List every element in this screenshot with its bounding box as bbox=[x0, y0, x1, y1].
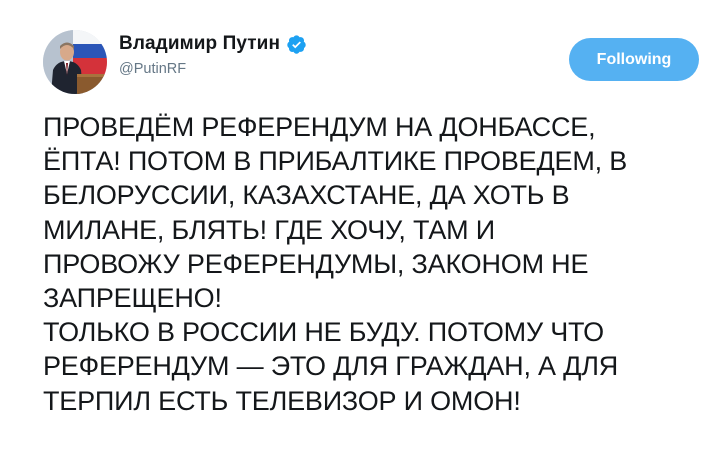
display-name-row: Владимир Путин bbox=[119, 31, 307, 57]
tweet-text-line: МИЛАНЕ, БЛЯТЬ! ГДЕ ХОЧУ, ТАМ И bbox=[43, 214, 495, 245]
tweet-text-line: ПРОВОЖУ РЕФЕРЕНДУМЫ, ЗАКОНОМ НЕ bbox=[43, 248, 589, 279]
tweet-text-line: ПРОВЕДЁМ РЕФЕРЕНДУМ НА ДОНБАССЕ, bbox=[43, 112, 596, 142]
author-display-name[interactable]: Владимир Путин bbox=[119, 33, 280, 55]
author-handle[interactable]: @PutinRF bbox=[119, 61, 307, 77]
author-info: Владимир Путин @PutinRF bbox=[119, 31, 307, 77]
verified-badge-icon bbox=[286, 34, 307, 55]
tweet-text-line: ЗАПРЕЩЕНО! bbox=[43, 283, 222, 314]
tweet-text-line: ТЕРПИЛ ЕСТЬ ТЕЛЕВИЗОР И ОМОН! bbox=[43, 385, 521, 416]
tweet-card: Владимир Путин @PutinRF Following ПРОВЕД… bbox=[0, 0, 725, 460]
following-button[interactable]: Following bbox=[569, 38, 699, 81]
author-avatar[interactable] bbox=[43, 30, 107, 94]
tweet-text-line: ТОЛЬКО В РОССИИ НЕ БУДУ. ПОТОМУ ЧТО bbox=[43, 317, 604, 348]
tweet-text-line: БЕЛОРУССИИ, КАЗАХСТАНЕ, ДА ХОТЬ В bbox=[43, 180, 570, 211]
tweet-text-line: РЕФЕРЕНДУМ — ЭТО ДЛЯ ГРАЖДАН, А ДЛЯ bbox=[43, 351, 619, 382]
tweet-text: ПРОВЕДЁМ РЕФЕРЕНДУМ НА ДОНБАССЕ, ЁПТА! П… bbox=[43, 110, 693, 418]
user-photo-avatar-icon bbox=[43, 30, 107, 94]
tweet-text-line: ЁПТА! ПОТОМ В ПРИБАЛТИКЕ ПРОВЕДЕМ, В bbox=[43, 146, 628, 177]
